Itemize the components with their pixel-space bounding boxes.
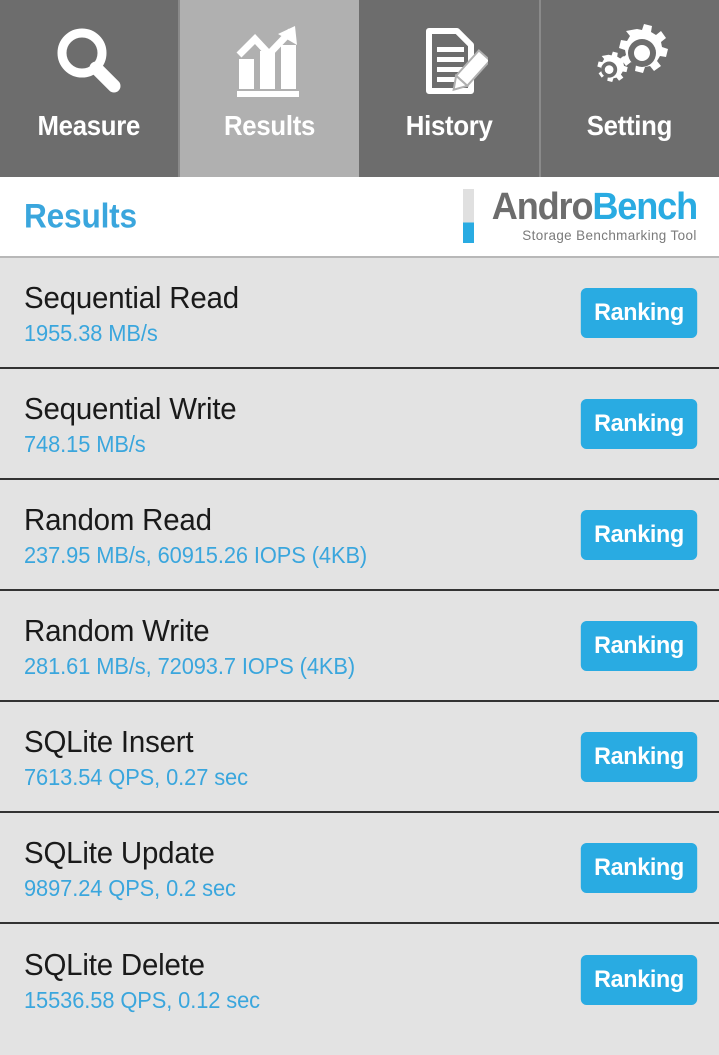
logo-name-first: Andro bbox=[491, 186, 594, 228]
result-title: Sequential Read bbox=[24, 280, 239, 316]
tab-history-label: History bbox=[406, 110, 494, 141]
tab-measure[interactable]: Measure bbox=[0, 0, 181, 177]
result-title: SQLite Delete bbox=[24, 947, 205, 983]
result-value: 748.15 MB/s bbox=[24, 430, 146, 457]
table-row: SQLite Delete 15536.58 QPS, 0.12 sec Ran… bbox=[0, 924, 719, 1035]
logo-tagline: Storage Benchmarking Tool bbox=[522, 227, 697, 244]
gears-icon bbox=[584, 18, 676, 104]
results-list: Sequential Read 1955.38 MB/s Ranking Seq… bbox=[0, 258, 719, 1053]
ranking-button[interactable]: Ranking bbox=[580, 509, 698, 560]
bar-chart-arrow-icon bbox=[223, 18, 315, 104]
result-title: SQLite Update bbox=[24, 835, 215, 871]
table-row: SQLite Update 9897.24 QPS, 0.2 sec Ranki… bbox=[0, 813, 719, 924]
page-title: Results bbox=[24, 197, 137, 235]
ranking-button[interactable]: Ranking bbox=[580, 731, 698, 782]
document-pencil-icon bbox=[404, 18, 496, 104]
table-row: Sequential Read 1955.38 MB/s Ranking bbox=[0, 258, 719, 369]
ranking-button[interactable]: Ranking bbox=[580, 287, 698, 338]
logo-name-second: Bench bbox=[592, 186, 698, 228]
ranking-button[interactable]: Ranking bbox=[580, 954, 698, 1005]
tab-results[interactable]: Results bbox=[180, 0, 361, 177]
logo-bar-icon bbox=[462, 189, 474, 243]
table-row: Random Read 237.95 MB/s, 60915.26 IOPS (… bbox=[0, 480, 719, 591]
tab-setting-label: Setting bbox=[587, 110, 673, 141]
ranking-button[interactable]: Ranking bbox=[580, 842, 698, 893]
result-value: 15536.58 QPS, 0.12 sec bbox=[24, 986, 261, 1013]
magnifier-icon bbox=[43, 18, 135, 104]
result-title: Random Write bbox=[24, 613, 210, 649]
table-row: Random Write 281.61 MB/s, 72093.7 IOPS (… bbox=[0, 591, 719, 702]
tab-setting[interactable]: Setting bbox=[540, 0, 719, 177]
ranking-button[interactable]: Ranking bbox=[580, 620, 698, 671]
result-value: 281.61 MB/s, 72093.7 IOPS (4KB) bbox=[24, 652, 356, 679]
result-value: 9897.24 QPS, 0.2 sec bbox=[24, 874, 236, 901]
table-row: SQLite Insert 7613.54 QPS, 0.27 sec Rank… bbox=[0, 702, 719, 813]
result-title: SQLite Insert bbox=[24, 724, 194, 760]
result-value: 1955.38 MB/s bbox=[24, 319, 158, 346]
table-row: Sequential Write 748.15 MB/s Ranking bbox=[0, 369, 719, 480]
result-value: 7613.54 QPS, 0.27 sec bbox=[24, 763, 248, 790]
result-title: Sequential Write bbox=[24, 391, 237, 427]
androbench-logo: AndroBench Storage Benchmarking Tool bbox=[462, 186, 698, 247]
ranking-button[interactable]: Ranking bbox=[580, 398, 698, 449]
result-value: 237.95 MB/s, 60915.26 IOPS (4KB) bbox=[24, 541, 368, 568]
result-title: Random Read bbox=[24, 502, 212, 538]
tab-history[interactable]: History bbox=[360, 0, 541, 177]
main-tab-bar: Measure Results History Setting bbox=[0, 0, 719, 177]
page-header: Results AndroBench Storage Benchmarking … bbox=[0, 177, 719, 258]
tab-results-label: Results bbox=[223, 110, 315, 141]
tab-measure-label: Measure bbox=[37, 110, 141, 141]
